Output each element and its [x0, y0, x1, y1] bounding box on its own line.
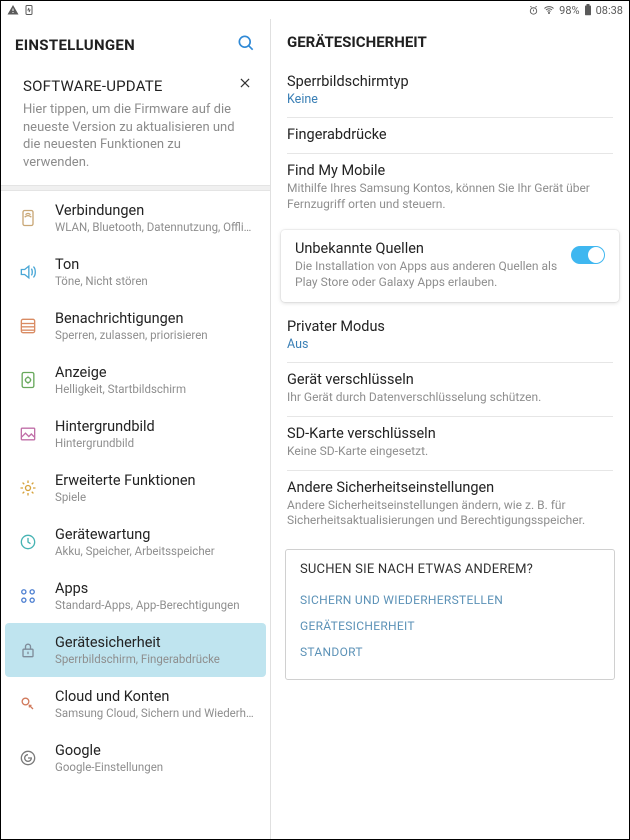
related-link[interactable]: STANDORT — [300, 639, 600, 665]
row-find-my-mobile[interactable]: Find My Mobile Mithilfe Ihres Samsung Ko… — [271, 154, 629, 222]
row-title: Fingerabdrücke — [287, 126, 613, 143]
sidebar-item-apps[interactable]: Apps Standard-Apps, App-Berechtigungen — [1, 569, 270, 623]
sidebar-item-sub: Google-Einstellungen — [55, 760, 256, 774]
related-link[interactable]: SICHERN UND WIEDERHERSTELLEN — [300, 587, 600, 613]
sidebar-item-notifications[interactable]: Benachrichtigungen Sperren, zulassen, pr… — [1, 299, 270, 353]
close-icon[interactable] — [238, 75, 252, 94]
row-lockscreen-type[interactable]: Sperrbildschirmtyp Keine — [271, 65, 629, 117]
sidebar-item-label: Gerätewartung — [55, 526, 256, 543]
related-link[interactable]: GERÄTESICHERHEIT — [300, 613, 600, 639]
notifications-icon — [17, 315, 39, 337]
sidebar-item-cloud[interactable]: Cloud und Konten Samsung Cloud, Sichern … — [1, 677, 270, 731]
row-private-mode[interactable]: Privater Modus Aus — [271, 310, 629, 362]
cloud-icon — [17, 693, 39, 715]
row-title: SD-Karte verschlüsseln — [287, 425, 613, 442]
sidebar-item-sub: Spiele — [55, 490, 256, 504]
row-encrypt-sd[interactable]: SD-Karte verschlüsseln Keine SD-Karte ei… — [271, 417, 629, 470]
row-value: Keine — [287, 92, 613, 107]
detail-pane: GERÄTESICHERHEIT Sperrbildschirmtyp Kein… — [271, 19, 629, 839]
status-bar: 98% 08:38 — [1, 1, 629, 19]
sidebar-item-sub: Samsung Cloud, Sichern und Wiederher... — [55, 706, 256, 720]
row-title: Andere Sicherheitseinstellungen — [287, 479, 613, 496]
display-icon — [17, 369, 39, 391]
row-sub: Die Installation von Apps aus anderen Qu… — [295, 259, 559, 290]
sidebar-item-sub: Hintergrundbild — [55, 436, 256, 450]
sound-icon — [17, 261, 39, 283]
sidebar-item-sub: Töne, Nicht stören — [55, 274, 256, 288]
row-value: Aus — [287, 337, 613, 352]
sidebar-item-label: Benachrichtigungen — [55, 310, 256, 327]
battery-percent: 98% — [559, 4, 579, 17]
connections-icon — [17, 207, 39, 229]
sidebar-item-label: Erweiterte Funktionen — [55, 472, 256, 489]
row-title: Privater Modus — [287, 318, 613, 335]
row-other-security[interactable]: Andere Sicherheitseinstellungen Andere S… — [271, 471, 629, 539]
sidebar-item-sub: Standard-Apps, App-Berechtigungen — [55, 598, 256, 612]
alarm-icon — [528, 5, 539, 16]
row-title: Find My Mobile — [287, 162, 613, 179]
sidebar-item-label: Apps — [55, 580, 256, 597]
sidebar-item-device-security[interactable]: Gerätesicherheit Sperrbildschirm, Finger… — [5, 623, 266, 677]
device-care-icon — [17, 531, 39, 553]
row-sub: Ihr Gerät durch Datenverschlüsselung sch… — [287, 390, 613, 406]
charging-icon — [23, 4, 35, 16]
row-sub: Keine SD-Karte eingesetzt. — [287, 444, 613, 460]
sidebar-item-device-care[interactable]: Gerätewartung Akku, Speicher, Arbeitsspe… — [1, 515, 270, 569]
sidebar-item-label: Verbindungen — [55, 202, 256, 219]
row-encrypt-device[interactable]: Gerät verschlüsseln Ihr Gerät durch Date… — [271, 363, 629, 416]
row-title: Unbekannte Quellen — [295, 240, 559, 257]
clock: 08:38 — [596, 4, 623, 17]
apps-icon — [17, 585, 39, 607]
search-icon[interactable] — [236, 33, 256, 57]
wallpaper-icon — [17, 423, 39, 445]
sidebar-item-google[interactable]: Google Google-Einstellungen — [1, 731, 270, 785]
software-update-banner[interactable]: SOFTWARE-UPDATE Hier tippen, um die Firm… — [1, 67, 270, 185]
row-title: Sperrbildschirmtyp — [287, 73, 613, 90]
sidebar-item-label: Gerätesicherheit — [55, 634, 252, 651]
row-unknown-sources[interactable]: Unbekannte Quellen Die Installation von … — [281, 230, 619, 302]
detail-title: GERÄTESICHERHEIT — [271, 19, 629, 61]
sidebar-item-sub: Sperrbildschirm, Fingerabdrücke — [55, 652, 252, 666]
row-sub: Mithilfe Ihres Samsung Kontos, können Si… — [287, 181, 613, 212]
sidebar-item-advanced[interactable]: Erweiterte Funktionen Spiele — [1, 461, 270, 515]
sidebar-item-sub: WLAN, Bluetooth, Datennutzung, Offline..… — [55, 220, 256, 234]
sidebar-item-label: Ton — [55, 256, 256, 273]
warning-icon — [7, 4, 19, 16]
wifi-icon — [543, 4, 555, 16]
settings-list: Verbindungen WLAN, Bluetooth, Datennutzu… — [1, 191, 270, 839]
sidebar-item-sub: Sperren, zulassen, priorisieren — [55, 328, 256, 342]
advanced-icon — [17, 477, 39, 499]
search-box-title: SUCHEN SIE NACH ETWAS ANDEREM? — [300, 562, 600, 577]
settings-title: EINSTELLUNGEN — [15, 36, 135, 54]
banner-body: Hier tippen, um die Firmware auf die neu… — [23, 101, 248, 171]
sidebar-item-display[interactable]: Anzeige Helligkeit, Startbildschirm — [1, 353, 270, 407]
toggle-switch[interactable] — [571, 246, 605, 264]
banner-title: SOFTWARE-UPDATE — [23, 77, 248, 95]
settings-master-pane: EINSTELLUNGEN SOFTWARE-UPDATE Hier tippe… — [1, 19, 271, 839]
sidebar-item-wallpaper[interactable]: Hintergrundbild Hintergrundbild — [1, 407, 270, 461]
sidebar-item-connections[interactable]: Verbindungen WLAN, Bluetooth, Datennutzu… — [1, 191, 270, 245]
sidebar-item-label: Google — [55, 742, 256, 759]
sidebar-item-sub: Helligkeit, Startbildschirm — [55, 382, 256, 396]
battery-icon — [584, 4, 592, 16]
row-fingerprints[interactable]: Fingerabdrücke — [271, 118, 629, 153]
sidebar-item-label: Hintergrundbild — [55, 418, 256, 435]
sidebar-item-label: Anzeige — [55, 364, 256, 381]
row-title: Gerät verschlüsseln — [287, 371, 613, 388]
google-icon — [17, 747, 39, 769]
related-search-box: SUCHEN SIE NACH ETWAS ANDEREM? SICHERN U… — [285, 549, 615, 680]
sidebar-item-sub: Akku, Speicher, Arbeitsspeicher — [55, 544, 256, 558]
sidebar-item-label: Cloud und Konten — [55, 688, 256, 705]
row-sub: Andere Sicherheitseinstellungen ändern, … — [287, 498, 613, 529]
sidebar-item-sound[interactable]: Ton Töne, Nicht stören — [1, 245, 270, 299]
lock-icon — [17, 639, 39, 661]
